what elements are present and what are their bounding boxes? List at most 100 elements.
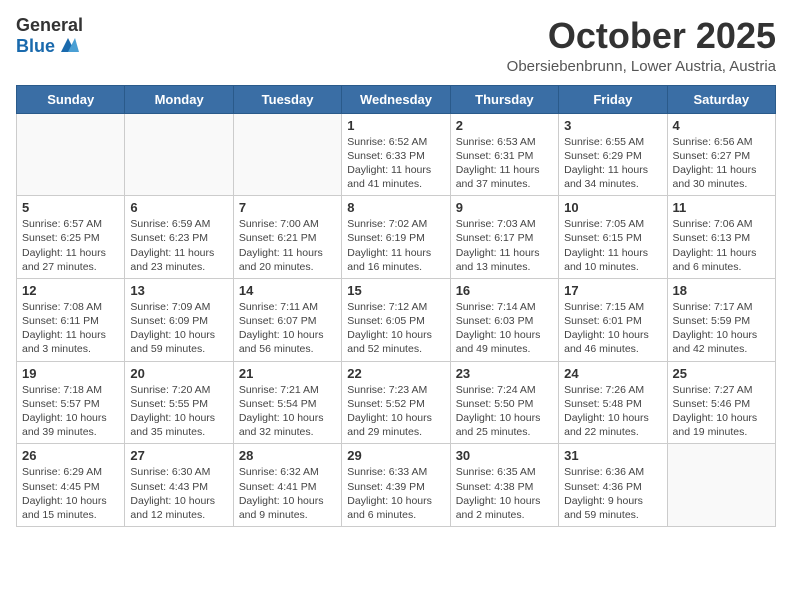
calendar-day-cell: 24Sunrise: 7:26 AM Sunset: 5:48 PM Dayli…	[559, 361, 667, 444]
calendar-day-cell: 28 Sunrise: 6:32 AM Sunset: 4:41 PM Dayli…	[233, 444, 341, 527]
day-info: Sunrise: 6:53 AM Sunset: 6:31 PM Dayligh…	[456, 135, 553, 192]
calendar-day-cell: 20 Sunrise: 7:20 AM Sunset: 5:55 PM Dayli…	[125, 361, 233, 444]
day-number: 16	[456, 283, 553, 298]
calendar-day-cell: 11 Sunrise: 7:06 AM Sunset: 6:13 PM Dayli…	[667, 196, 775, 279]
day-number: 19	[22, 366, 119, 381]
calendar-day-cell	[17, 113, 125, 196]
calendar-day-cell: 15 Sunrise: 7:12 AM Sunset: 6:05 PM Dayli…	[342, 278, 450, 361]
logo-icon	[57, 34, 79, 56]
day-info: Sunrise: 6:32 AM Sunset: 4:41 PM Dayligh…	[239, 465, 336, 522]
day-info: Sunrise: 7:18 AM Sunset: 5:57 PM Dayligh…	[22, 383, 119, 440]
day-of-week-header: Friday	[559, 85, 667, 113]
calendar-week-row: 26 Sunrise: 6:29 AM Sunset: 4:45 PM Dayli…	[17, 444, 776, 527]
calendar-day-cell: 9 Sunrise: 7:03 AM Sunset: 6:17 PM Daylig…	[450, 196, 558, 279]
day-number: 8	[347, 200, 444, 215]
day-of-week-header: Wednesday	[342, 85, 450, 113]
calendar-day-cell: 3Sunrise: 6:55 AM Sunset: 6:29 PM Daylig…	[559, 113, 667, 196]
calendar-week-row: 5Sunrise: 6:57 AM Sunset: 6:25 PM Daylig…	[17, 196, 776, 279]
day-info: Sunrise: 6:59 AM Sunset: 6:23 PM Dayligh…	[130, 217, 227, 274]
day-number: 27	[130, 448, 227, 463]
day-of-week-header: Sunday	[17, 85, 125, 113]
day-info: Sunrise: 6:33 AM Sunset: 4:39 PM Dayligh…	[347, 465, 444, 522]
day-number: 9	[456, 200, 553, 215]
day-info: Sunrise: 6:36 AM Sunset: 4:36 PM Dayligh…	[564, 465, 661, 522]
day-number: 31	[564, 448, 661, 463]
day-info: Sunrise: 7:17 AM Sunset: 5:59 PM Dayligh…	[673, 300, 770, 357]
day-number: 11	[673, 200, 770, 215]
calendar-day-cell: 17 Sunrise: 7:15 AM Sunset: 6:01 PM Dayli…	[559, 278, 667, 361]
day-info: Sunrise: 7:15 AM Sunset: 6:01 PM Dayligh…	[564, 300, 661, 357]
calendar-header-row: SundayMondayTuesdayWednesdayThursdayFrid…	[17, 85, 776, 113]
title-block: October 2025 Obersiebenbrunn, Lower Aust…	[507, 16, 776, 75]
day-info: Sunrise: 7:14 AM Sunset: 6:03 PM Dayligh…	[456, 300, 553, 357]
day-info: Sunrise: 6:30 AM Sunset: 4:43 PM Dayligh…	[130, 465, 227, 522]
day-number: 13	[130, 283, 227, 298]
day-info: Sunrise: 7:02 AM Sunset: 6:19 PM Dayligh…	[347, 217, 444, 274]
calendar-week-row: 19 Sunrise: 7:18 AM Sunset: 5:57 PM Dayli…	[17, 361, 776, 444]
day-number: 23	[456, 366, 553, 381]
day-info: Sunrise: 6:52 AM Sunset: 6:33 PM Dayligh…	[347, 135, 444, 192]
day-number: 14	[239, 283, 336, 298]
calendar-day-cell: 18 Sunrise: 7:17 AM Sunset: 5:59 PM Dayli…	[667, 278, 775, 361]
day-number: 28	[239, 448, 336, 463]
day-info: Sunrise: 7:23 AM Sunset: 5:52 PM Dayligh…	[347, 383, 444, 440]
day-number: 1	[347, 118, 444, 133]
day-info: Sunrise: 7:09 AM Sunset: 6:09 PM Dayligh…	[130, 300, 227, 357]
day-number: 29	[347, 448, 444, 463]
day-number: 20	[130, 366, 227, 381]
calendar-table: SundayMondayTuesdayWednesdayThursdayFrid…	[16, 85, 776, 527]
day-number: 10	[564, 200, 661, 215]
day-number: 22	[347, 366, 444, 381]
month-title: October 2025	[507, 16, 776, 56]
day-number: 2	[456, 118, 553, 133]
calendar-day-cell: 7Sunrise: 7:00 AM Sunset: 6:21 PM Daylig…	[233, 196, 341, 279]
day-number: 18	[673, 283, 770, 298]
day-number: 15	[347, 283, 444, 298]
day-number: 21	[239, 366, 336, 381]
day-info: Sunrise: 7:12 AM Sunset: 6:05 PM Dayligh…	[347, 300, 444, 357]
day-info: Sunrise: 7:06 AM Sunset: 6:13 PM Dayligh…	[673, 217, 770, 274]
calendar-day-cell: 31 Sunrise: 6:36 AM Sunset: 4:36 PM Dayli…	[559, 444, 667, 527]
calendar-day-cell: 21Sunrise: 7:21 AM Sunset: 5:54 PM Dayli…	[233, 361, 341, 444]
day-number: 6	[130, 200, 227, 215]
day-info: Sunrise: 7:24 AM Sunset: 5:50 PM Dayligh…	[456, 383, 553, 440]
day-info: Sunrise: 7:03 AM Sunset: 6:17 PM Dayligh…	[456, 217, 553, 274]
calendar-day-cell: 14 Sunrise: 7:11 AM Sunset: 6:07 PM Dayli…	[233, 278, 341, 361]
calendar-day-cell: 4Sunrise: 6:56 AM Sunset: 6:27 PM Daylig…	[667, 113, 775, 196]
calendar-day-cell: 26 Sunrise: 6:29 AM Sunset: 4:45 PM Dayli…	[17, 444, 125, 527]
day-number: 30	[456, 448, 553, 463]
day-of-week-header: Monday	[125, 85, 233, 113]
calendar-day-cell: 12Sunrise: 7:08 AM Sunset: 6:11 PM Dayli…	[17, 278, 125, 361]
day-number: 7	[239, 200, 336, 215]
day-info: Sunrise: 7:27 AM Sunset: 5:46 PM Dayligh…	[673, 383, 770, 440]
day-info: Sunrise: 6:57 AM Sunset: 6:25 PM Dayligh…	[22, 217, 119, 274]
calendar-day-cell: 8 Sunrise: 7:02 AM Sunset: 6:19 PM Daylig…	[342, 196, 450, 279]
day-info: Sunrise: 7:11 AM Sunset: 6:07 PM Dayligh…	[239, 300, 336, 357]
day-number: 12	[22, 283, 119, 298]
day-number: 25	[673, 366, 770, 381]
calendar-week-row: 1 Sunrise: 6:52 AM Sunset: 6:33 PM Daylig…	[17, 113, 776, 196]
calendar-day-cell: 6 Sunrise: 6:59 AM Sunset: 6:23 PM Daylig…	[125, 196, 233, 279]
day-of-week-header: Tuesday	[233, 85, 341, 113]
day-number: 26	[22, 448, 119, 463]
day-number: 17	[564, 283, 661, 298]
day-info: Sunrise: 6:55 AM Sunset: 6:29 PM Dayligh…	[564, 135, 661, 192]
day-info: Sunrise: 6:35 AM Sunset: 4:38 PM Dayligh…	[456, 465, 553, 522]
calendar-day-cell	[125, 113, 233, 196]
day-of-week-header: Saturday	[667, 85, 775, 113]
calendar-day-cell: 23 Sunrise: 7:24 AM Sunset: 5:50 PM Dayli…	[450, 361, 558, 444]
logo-name: General Blue	[16, 16, 83, 58]
calendar-day-cell: 10Sunrise: 7:05 AM Sunset: 6:15 PM Dayli…	[559, 196, 667, 279]
day-number: 4	[673, 118, 770, 133]
calendar-day-cell: 13 Sunrise: 7:09 AM Sunset: 6:09 PM Dayli…	[125, 278, 233, 361]
day-info: Sunrise: 7:20 AM Sunset: 5:55 PM Dayligh…	[130, 383, 227, 440]
logo: General Blue	[16, 16, 83, 58]
logo-general-text: General	[16, 16, 83, 34]
calendar-day-cell: 22 Sunrise: 7:23 AM Sunset: 5:52 PM Dayli…	[342, 361, 450, 444]
page-header: General Blue October 2025 Obersiebenbrun…	[16, 16, 776, 75]
logo-blue-text: Blue	[16, 37, 55, 55]
calendar-day-cell: 2 Sunrise: 6:53 AM Sunset: 6:31 PM Daylig…	[450, 113, 558, 196]
calendar-day-cell: 25 Sunrise: 7:27 AM Sunset: 5:46 PM Dayli…	[667, 361, 775, 444]
day-info: Sunrise: 6:29 AM Sunset: 4:45 PM Dayligh…	[22, 465, 119, 522]
day-info: Sunrise: 7:26 AM Sunset: 5:48 PM Dayligh…	[564, 383, 661, 440]
